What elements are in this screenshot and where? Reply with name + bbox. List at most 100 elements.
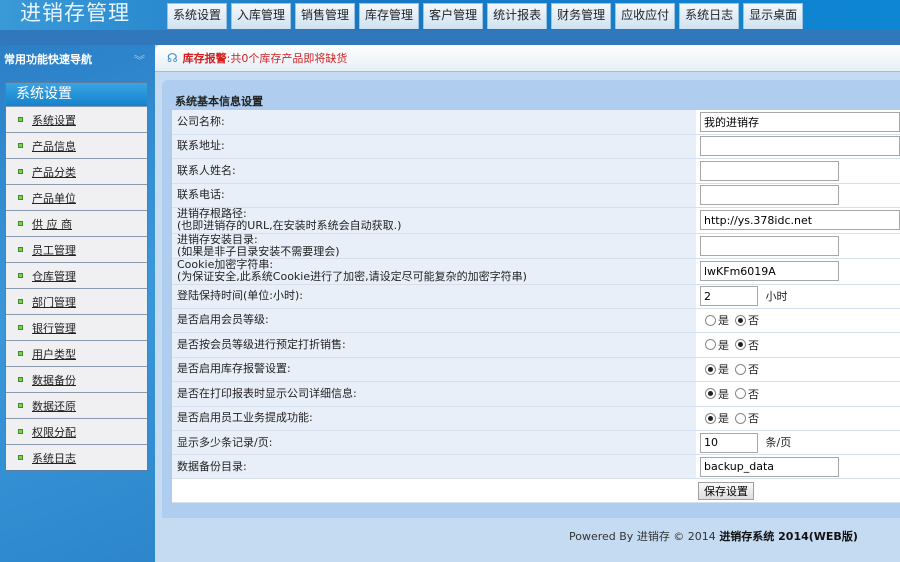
stock-alert-bar: ☊ 库存报警 :共0个库存产品即将缺货 — [155, 45, 900, 72]
radio-yes[interactable]: 是 — [705, 337, 729, 353]
sidebar-item-label[interactable]: 仓库管理 — [32, 268, 76, 284]
radio-setting-label: 是否启用员工业务提成功能: — [172, 406, 696, 431]
radio-circle-icon[interactable] — [735, 339, 746, 350]
sidebar-item-label[interactable]: 数据还原 — [32, 398, 76, 414]
radio-circle-icon[interactable] — [735, 314, 746, 326]
sidebar-item[interactable]: 员工管理 — [6, 236, 147, 262]
sidebar-item[interactable]: 数据备份 — [6, 366, 147, 392]
radio-setting-label: 是否启用库存报警设置: — [172, 357, 696, 382]
phone-input[interactable] — [700, 185, 839, 205]
sidebar-item[interactable]: 仓库管理 — [6, 262, 147, 288]
root-path-hint: (也即进销存的URL,在安装时系统会自动获取.) — [177, 219, 402, 232]
cookie-input[interactable] — [700, 261, 839, 281]
alert-label: 库存报警 — [182, 52, 227, 65]
install-dir-input[interactable] — [700, 235, 839, 256]
footer: Powered By 进销存 © 2014 进销存系统 2014(WEB版) — [569, 528, 858, 544]
radio-no-label: 否 — [748, 363, 759, 376]
tab-4[interactable]: 客户管理 — [423, 3, 484, 29]
sidebar-item-label[interactable]: 部门管理 — [32, 294, 76, 310]
tab-7[interactable]: 应收应付 — [615, 3, 676, 29]
sidebar-item-label[interactable]: 用户类型 — [32, 346, 76, 362]
bullet-icon — [18, 273, 23, 278]
sidebar-item-label[interactable]: 银行管理 — [32, 320, 76, 336]
bullet-icon — [18, 247, 23, 252]
radio-yes[interactable]: 是 — [705, 410, 729, 426]
radio-no[interactable]: 否 — [735, 361, 759, 377]
radio-circle-icon[interactable] — [705, 363, 716, 375]
tab-3[interactable]: 库存管理 — [359, 3, 420, 29]
tab-0[interactable]: 系统设置 — [167, 3, 228, 29]
radio-circle-icon[interactable] — [735, 388, 746, 399]
tab-9[interactable]: 显示桌面 — [743, 3, 804, 29]
radio-circle-icon[interactable] — [705, 388, 716, 399]
radio-yes[interactable]: 是 — [705, 361, 729, 377]
bullet-icon — [18, 351, 23, 356]
sidebar-item-label[interactable]: 产品信息 — [32, 138, 76, 154]
bullet-icon — [18, 143, 23, 148]
install-dir-hint: (如果是非子目录安装不需要理会) — [177, 244, 340, 258]
sidebar-item-label[interactable]: 供 应 商 — [32, 216, 72, 232]
radio-no-label: 否 — [748, 314, 759, 327]
radio-yes[interactable]: 是 — [705, 386, 729, 402]
backup-dir-input[interactable] — [700, 456, 839, 477]
company-label: 公司名称: — [172, 110, 696, 135]
sidebar-item[interactable]: 用户类型 — [6, 340, 147, 366]
sidebar-item-label[interactable]: 权限分配 — [32, 424, 76, 440]
sidebar-item[interactable]: 产品分类 — [6, 158, 147, 184]
radio-circle-icon[interactable] — [705, 339, 716, 350]
radio-setting-label: 是否在打印报表时显示公司详细信息: — [172, 381, 696, 407]
sidebar-item[interactable]: 系统日志 — [6, 444, 147, 470]
sidebar-item[interactable]: 供 应 商 — [6, 210, 147, 236]
bullet-icon — [18, 377, 23, 382]
radio-no-label: 否 — [748, 338, 759, 352]
sidebar-item[interactable]: 银行管理 — [6, 314, 147, 340]
sidebar-item-label[interactable]: 产品分类 — [32, 164, 76, 180]
alert-icon: ☊ — [167, 51, 178, 65]
collapse-chevron-icon[interactable]: ︾ — [134, 52, 145, 68]
sidebar-item-label[interactable]: 系统设置 — [32, 112, 76, 128]
radio-yes-label: 是 — [718, 387, 729, 401]
contact-input[interactable] — [700, 160, 839, 181]
sidebar-item[interactable]: 产品信息 — [6, 132, 147, 158]
address-input[interactable] — [700, 136, 900, 156]
settings-form: 公司名称: 联系地址: 联系人姓名: 联系电话: 进销存根路径:(也即进销存的U… — [172, 110, 900, 503]
sidebar-item[interactable]: 部门管理 — [6, 288, 147, 314]
tab-6[interactable]: 财务管理 — [551, 3, 612, 29]
sidebar-item[interactable]: 产品单位 — [6, 184, 147, 210]
sidebar-item-label[interactable]: 产品单位 — [32, 190, 76, 206]
sidebar-item[interactable]: 数据还原 — [6, 392, 147, 418]
radio-no-label: 否 — [748, 387, 759, 401]
radio-no[interactable]: 否 — [735, 410, 759, 426]
login-time-label: 登陆保持时间(单位:小时): — [172, 284, 696, 309]
tab-5[interactable]: 统计报表 — [487, 3, 548, 29]
sidebar-item[interactable]: 系统设置 — [6, 106, 147, 132]
radio-circle-icon[interactable] — [735, 412, 746, 424]
tab-2[interactable]: 销售管理 — [295, 3, 356, 29]
radio-setting-label: 是否启用会员等级: — [172, 308, 696, 333]
radio-circle-icon[interactable] — [705, 314, 716, 326]
radio-no[interactable]: 否 — [735, 386, 759, 402]
save-settings-button[interactable]: 保存设置 — [698, 481, 754, 500]
radio-circle-icon[interactable] — [735, 363, 746, 375]
sidebar-panel: 系统设置 系统设置产品信息产品分类产品单位供 应 商员工管理仓库管理部门管理银行… — [5, 82, 148, 471]
bullet-icon — [18, 195, 23, 200]
sidebar-panel-title[interactable]: 系统设置 — [6, 83, 147, 106]
tab-8[interactable]: 系统日志 — [679, 3, 740, 29]
per-page-input[interactable] — [700, 432, 758, 453]
radio-circle-icon[interactable] — [705, 412, 716, 424]
login-time-input[interactable] — [700, 286, 758, 306]
sidebar-item[interactable]: 权限分配 — [6, 418, 147, 444]
sidebar-item-label[interactable]: 员工管理 — [32, 242, 76, 258]
root-path-input[interactable] — [700, 210, 900, 230]
tab-1[interactable]: 入库管理 — [231, 3, 292, 29]
radio-no[interactable]: 否 — [735, 337, 759, 353]
sidebar-item-label[interactable]: 系统日志 — [32, 450, 76, 466]
sidebar-item-label[interactable]: 数据备份 — [32, 372, 76, 388]
company-input[interactable] — [700, 111, 900, 132]
sidebar: 常用功能快速导航 ︾ 系统设置 系统设置 产品信息 产品分类 产品单位供 应 商员工管… — [0, 45, 155, 562]
radio-no[interactable]: 否 — [735, 312, 759, 328]
backup-dir-label: 数据备份目录: — [172, 454, 696, 479]
header-band — [0, 30, 900, 45]
radio-yes[interactable]: 是 — [705, 312, 729, 328]
settings-panel: 系统基本信息设置 公司名称: 联系地址: 联系人姓名: 联系电话: 进销存根路径… — [162, 80, 900, 518]
